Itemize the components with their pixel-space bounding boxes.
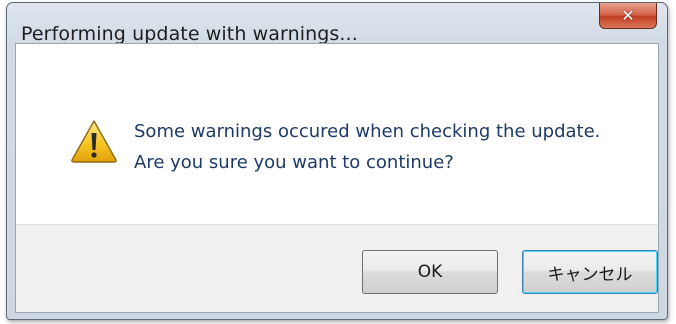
title-bar[interactable]: Performing update with warnings... ✕: [7, 3, 667, 45]
warning-icon: [71, 120, 117, 163]
warning-message: Some warnings occured when checking the …: [134, 116, 600, 178]
message-line-1: Some warnings occured when checking the …: [134, 121, 601, 142]
cancel-button[interactable]: キャンセル: [522, 250, 658, 294]
dialog-window: Performing update with warnings... ✕ Som…: [6, 2, 668, 320]
close-button[interactable]: ✕: [599, 3, 657, 29]
button-bar: OK キャンセル: [16, 224, 658, 312]
message-line-2: Are you sure you want to continue?: [134, 152, 454, 173]
ok-button[interactable]: OK: [362, 250, 498, 294]
close-icon: ✕: [621, 5, 635, 25]
message-area: Some warnings occured when checking the …: [16, 44, 658, 224]
window-title: Performing update with warnings...: [21, 23, 358, 45]
dialog-body: Some warnings occured when checking the …: [15, 43, 659, 313]
